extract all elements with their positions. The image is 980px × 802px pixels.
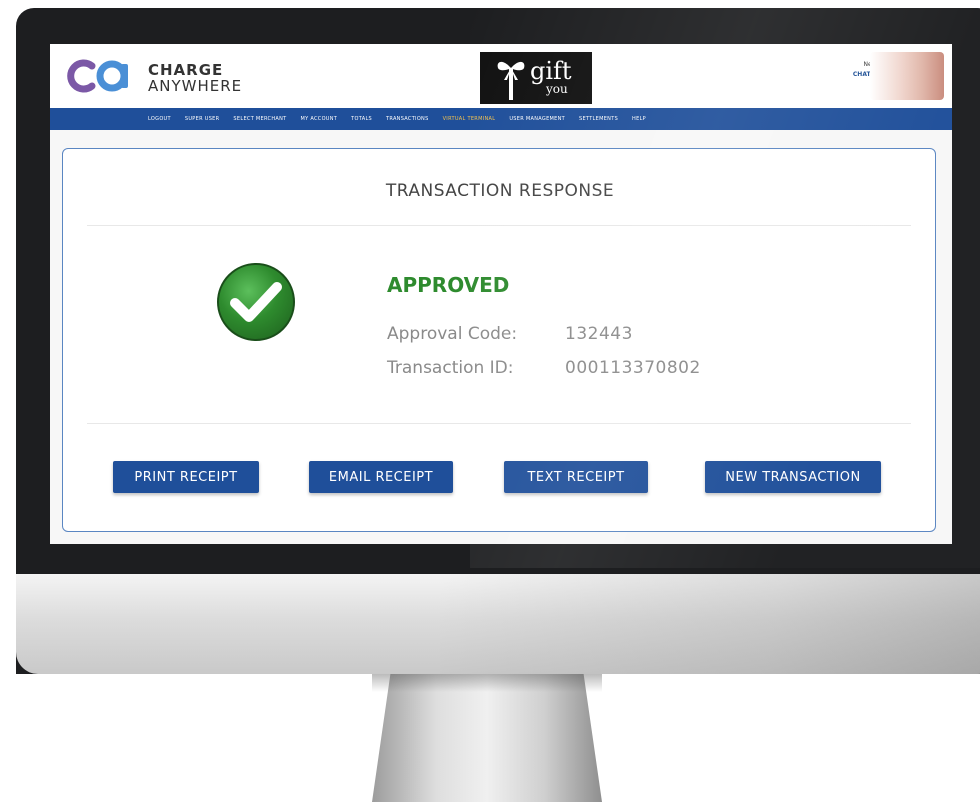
new-transaction-button[interactable]: NEW TRANSACTION bbox=[705, 461, 881, 493]
brand-name: CHARGE ANYWHERE bbox=[148, 62, 242, 94]
nav-item-help[interactable]: HELP bbox=[632, 116, 646, 122]
gift-subtext: you bbox=[546, 82, 568, 96]
nav-item-logout[interactable]: LOGOUT bbox=[148, 116, 171, 122]
monitor-stand bbox=[372, 674, 602, 802]
gift-bow-icon bbox=[497, 61, 525, 100]
brand-line-1: CHARGE bbox=[148, 61, 224, 79]
charge-anywhere-logo[interactable] bbox=[62, 58, 132, 94]
main-nav: LOGOUT SUPER USER SELECT MERCHANT MY ACC… bbox=[50, 108, 952, 130]
page-title: TRANSACTION RESPONSE bbox=[385, 181, 615, 201]
site-header: CHARGE ANYWHERE gift you Need Help? CHAT… bbox=[50, 44, 952, 108]
checkmark-circle-icon bbox=[217, 263, 295, 341]
gift-text: gift bbox=[530, 57, 572, 85]
title-divider bbox=[87, 225, 911, 226]
email-receipt-button[interactable]: EMAIL RECEIPT bbox=[309, 461, 453, 493]
nav-item-select-merchant[interactable]: SELECT MERCHANT bbox=[233, 116, 286, 122]
status-text: APPROVED bbox=[387, 273, 510, 297]
nav-item-transactions[interactable]: TRANSACTIONS bbox=[386, 116, 429, 122]
monitor-chin-shade bbox=[440, 574, 980, 674]
support-agent-photo bbox=[870, 52, 944, 100]
nav-item-settlements[interactable]: SETTLEMENTS bbox=[579, 116, 618, 122]
print-receipt-button[interactable]: PRINT RECEIPT bbox=[113, 461, 259, 493]
nav-item-super-user[interactable]: SUPER USER bbox=[185, 116, 220, 122]
logo-mark-icon bbox=[67, 59, 128, 93]
nav-item-user-management[interactable]: USER MANAGEMENT bbox=[509, 116, 565, 122]
screen: CHARGE ANYWHERE gift you Need Help? CHAT… bbox=[50, 44, 952, 544]
approval-code-label: Approval Code: bbox=[387, 324, 518, 344]
nav-item-virtual-terminal[interactable]: VIRTUAL TERMINAL bbox=[443, 116, 496, 122]
transaction-id-label: Transaction ID: bbox=[387, 358, 514, 378]
transaction-id-value: 000113370802 bbox=[565, 358, 701, 378]
brand-line-2: ANYWHERE bbox=[148, 77, 243, 95]
approval-code-value: 132443 bbox=[565, 324, 633, 344]
text-receipt-button[interactable]: TEXT RECEIPT bbox=[504, 461, 648, 493]
checkmark-icon bbox=[230, 282, 282, 322]
gift-you-banner[interactable]: gift you bbox=[480, 52, 592, 104]
nav-item-totals[interactable]: TOTALS bbox=[351, 116, 372, 122]
transaction-response-panel: TRANSACTION RESPONSE APPROVED Approval C… bbox=[62, 148, 936, 532]
monitor-stand-shadow bbox=[372, 674, 602, 692]
nav-item-my-account[interactable]: MY ACCOUNT bbox=[301, 116, 338, 122]
actions-divider bbox=[87, 423, 911, 424]
